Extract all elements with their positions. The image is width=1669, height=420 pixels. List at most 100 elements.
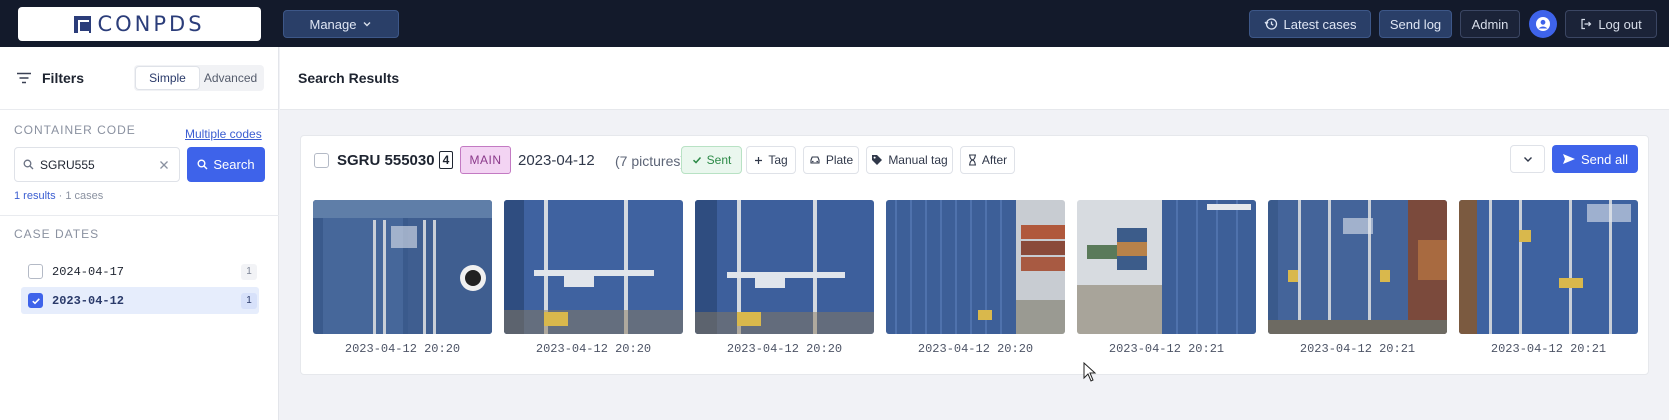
results-count: 1 results: [14, 190, 56, 202]
after-label: After: [981, 153, 1008, 167]
tab-advanced[interactable]: Advanced: [199, 67, 262, 89]
photo-timestamp: 2023-04-12 20:20: [344, 342, 461, 356]
container-photo[interactable]: [1077, 200, 1256, 334]
container-side-photo: [886, 200, 1065, 334]
search-button-label: Search: [213, 157, 255, 172]
photo-timestamp: 2023-04-12 20:21: [1490, 342, 1607, 356]
date-label: 2024-04-17: [52, 264, 125, 279]
container-photo[interactable]: [313, 200, 492, 334]
container-photo[interactable]: [1459, 200, 1638, 334]
results-summary: 1 results · 1 cases: [14, 190, 103, 202]
container-photo[interactable]: [504, 200, 683, 334]
plate-label: Plate: [825, 153, 854, 167]
page-title: Search Results: [298, 70, 400, 86]
tab-simple[interactable]: Simple: [136, 67, 199, 89]
container-yard-photo: [1077, 200, 1256, 334]
after-button[interactable]: After: [960, 146, 1015, 174]
results-cases: · 1 cases: [58, 190, 104, 202]
search-icon: [197, 159, 208, 170]
sent-label: Sent: [706, 153, 732, 167]
date-count-badge: 1: [241, 263, 257, 280]
tag-icon: [872, 155, 883, 165]
send-icon: [1563, 154, 1575, 164]
manage-menu-button[interactable]: Manage: [283, 10, 399, 38]
date-filter-row[interactable]: 2024-04-17 1: [21, 258, 259, 285]
container-photo[interactable]: [695, 200, 874, 334]
user-avatar[interactable]: [1529, 10, 1557, 38]
container-code-input[interactable]: SGRU555: [14, 147, 180, 182]
check-icon: [692, 156, 701, 164]
send-log-label: Send log: [1389, 16, 1442, 32]
send-log-button[interactable]: Send log: [1379, 10, 1452, 38]
photo-timestamp: 2023-04-12 20:21: [1108, 342, 1225, 356]
sidebar-divider: [0, 215, 279, 216]
container-code-text: SGRU 555030: [337, 151, 435, 169]
manage-label: Manage: [309, 16, 357, 32]
logout-icon: [1581, 18, 1592, 30]
filter-icon: [17, 72, 31, 84]
expand-button[interactable]: [1510, 145, 1545, 173]
checkmark-icon: [31, 297, 40, 304]
photo-timestamp: 2023-04-12 20:21: [1299, 342, 1416, 356]
user-icon: [1536, 17, 1550, 31]
chevron-down-icon: [363, 22, 371, 27]
container-door-photo: [1459, 200, 1638, 334]
container-door-photo: [695, 200, 874, 334]
date-filter-row[interactable]: 2023-04-12 1: [21, 287, 259, 314]
multiple-codes-link[interactable]: Multiple codes: [185, 127, 262, 141]
date-count-badge: 1: [241, 292, 257, 309]
clear-icon[interactable]: [159, 160, 169, 170]
photo-timestamp: 2023-04-12 20:20: [917, 342, 1034, 356]
picture-count: (7 pictures): [615, 153, 686, 169]
container-code: SGRU 555030 4: [337, 151, 454, 169]
container-door-photo: [1268, 200, 1447, 334]
hourglass-icon: [968, 154, 976, 166]
logo[interactable]: CONPDS: [18, 7, 261, 41]
filters-sidebar: Filters Simple Advanced CONTAINER CODE M…: [0, 47, 279, 420]
plus-icon: [755, 156, 763, 164]
date-checkbox[interactable]: [28, 264, 43, 279]
photo-timestamp: 2023-04-12 20:20: [726, 342, 843, 356]
container-door-photo: [504, 200, 683, 334]
history-icon: [1264, 18, 1277, 30]
date-checkbox-checked[interactable]: [28, 293, 43, 308]
case-dates-label: CASE DATES: [14, 227, 100, 241]
send-all-button[interactable]: Send all: [1552, 145, 1638, 173]
main-badge: MAIN: [460, 146, 511, 174]
logo-mark-icon: [74, 15, 92, 33]
filters-title: Filters: [42, 70, 85, 86]
latest-cases-button[interactable]: Latest cases: [1249, 10, 1371, 38]
sent-status-chip[interactable]: Sent: [681, 146, 742, 174]
filters-header: Filters Simple Advanced: [0, 47, 278, 110]
filter-mode-toggle: Simple Advanced: [134, 65, 264, 91]
plate-button[interactable]: Plate: [803, 146, 859, 174]
container-code-value: SGRU555: [40, 157, 95, 172]
case-card: SGRU 555030 4 MAIN 2023-04-12 (7 picture…: [300, 135, 1649, 375]
top-navbar: CONPDS Manage Latest cases Send log Admi…: [0, 0, 1669, 47]
manual-tag-button[interactable]: Manual tag: [866, 146, 953, 174]
add-tag-button[interactable]: Tag: [746, 146, 796, 174]
container-photo[interactable]: [886, 200, 1065, 334]
photo-timestamp: 2023-04-12 20:20: [535, 342, 652, 356]
case-select-checkbox[interactable]: [314, 153, 329, 168]
search-button[interactable]: Search: [187, 147, 265, 182]
admin-button[interactable]: Admin: [1460, 10, 1520, 38]
check-digit: 4: [438, 151, 454, 169]
date-label: 2023-04-12: [52, 293, 125, 308]
mouse-cursor-icon: [1083, 362, 1097, 382]
container-door-photo: [313, 200, 492, 334]
manual-tag-label: Manual tag: [888, 153, 948, 167]
results-header: Search Results: [280, 47, 1669, 110]
search-icon: [23, 159, 34, 170]
admin-label: Admin: [1471, 16, 1509, 32]
latest-cases-label: Latest cases: [1283, 16, 1357, 32]
container-photo[interactable]: [1268, 200, 1447, 334]
chevron-down-icon: [1523, 157, 1532, 162]
tag-label: Tag: [768, 153, 788, 167]
case-date: 2023-04-12: [518, 152, 595, 169]
logout-label: Log out: [1598, 16, 1642, 32]
container-code-label: CONTAINER CODE: [14, 123, 136, 137]
car-icon: [810, 156, 820, 164]
logout-button[interactable]: Log out: [1565, 10, 1657, 38]
send-all-label: Send all: [1581, 151, 1628, 167]
